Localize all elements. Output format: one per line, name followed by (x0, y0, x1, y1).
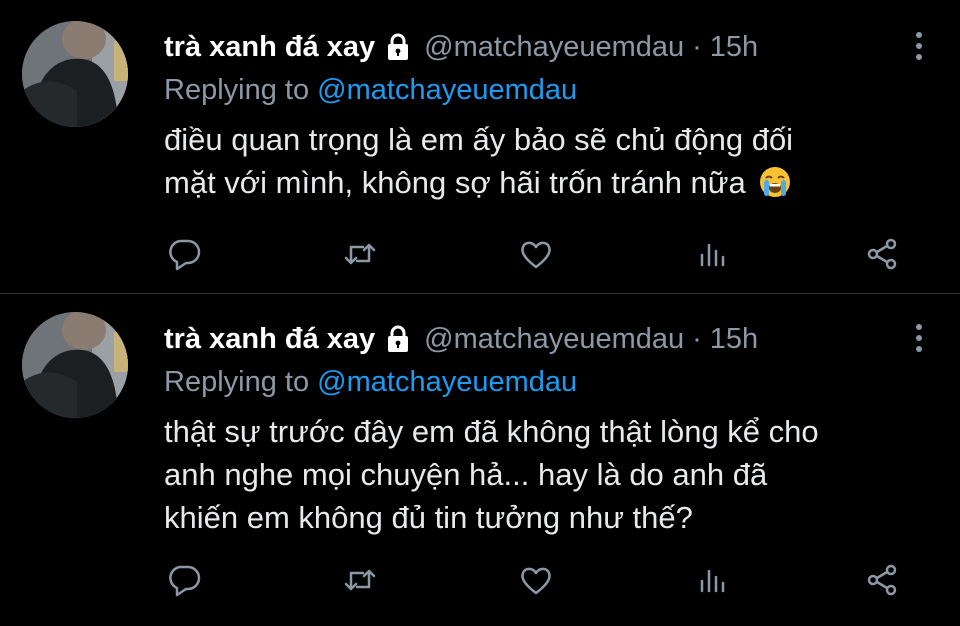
more-options-icon[interactable] (916, 32, 922, 60)
reply-icon[interactable] (164, 562, 204, 598)
like-icon[interactable] (516, 562, 556, 598)
tweet[interactable]: trà xanh đá xay @matchayeuemdau · 15h Re… (0, 0, 960, 293)
tweet-text-line-content: mặt với mình, không sợ hãi trốn tránh nữ… (164, 165, 746, 200)
timestamp[interactable]: 15h (710, 318, 758, 360)
reply-icon[interactable] (164, 236, 204, 272)
share-icon[interactable] (862, 562, 902, 598)
tweet-text-line: thật sự trước đây em đã không thật lòng … (164, 414, 819, 449)
separator-dot: · (692, 323, 702, 355)
user-handle[interactable]: @matchayeuemdau (424, 318, 684, 360)
display-name[interactable]: trà xanh đá xay (164, 318, 375, 360)
analytics-icon[interactable] (692, 562, 732, 598)
more-options-icon[interactable] (916, 324, 922, 352)
replying-to-label: Replying to (164, 366, 310, 398)
replying-to: Replying to @matchayeuemdau (164, 362, 960, 402)
tweet-actions (164, 562, 904, 598)
timestamp[interactable]: 15h (710, 26, 758, 68)
tweet-header: trà xanh đá xay @matchayeuemdau · 15h (164, 26, 960, 68)
tweet-text: điều quan trọng là em ấy bảo sẽ chủ động… (164, 118, 960, 204)
tweet-text-line: khiến em không đủ tin tưởng như thế? (164, 500, 693, 535)
lock-icon (383, 324, 413, 354)
retweet-icon[interactable] (340, 562, 380, 598)
lock-icon (383, 32, 413, 62)
like-icon[interactable] (516, 236, 556, 272)
tweet-text-line: điều quan trọng là em ấy bảo sẽ chủ động… (164, 122, 794, 157)
tweet-text-line: anh nghe mọi chuyện hả... hay là do anh … (164, 457, 768, 492)
user-handle[interactable]: @matchayeuemdau (424, 26, 684, 68)
tweet[interactable]: trà xanh đá xay @matchayeuemdau · 15h Re… (0, 293, 960, 597)
analytics-icon[interactable] (692, 236, 732, 272)
separator-dot: · (692, 31, 702, 63)
replying-to-label: Replying to (164, 74, 310, 106)
tweet-text: thật sự trước đây em đã không thật lòng … (164, 410, 960, 539)
avatar[interactable] (22, 312, 128, 418)
loudly-crying-face-icon (758, 165, 792, 199)
reply-handle-link[interactable]: @matchayeuemdau (317, 366, 577, 398)
tweet-header: trà xanh đá xay @matchayeuemdau · 15h (164, 318, 960, 360)
avatar[interactable] (22, 21, 128, 127)
display-name[interactable]: trà xanh đá xay (164, 26, 375, 68)
replying-to: Replying to @matchayeuemdau (164, 70, 960, 110)
share-icon[interactable] (862, 236, 902, 272)
retweet-icon[interactable] (340, 236, 380, 272)
tweet-actions (164, 236, 904, 272)
tweet-text-line: mặt với mình, không sợ hãi trốn tránh nữ… (164, 161, 960, 204)
reply-handle-link[interactable]: @matchayeuemdau (317, 74, 577, 106)
